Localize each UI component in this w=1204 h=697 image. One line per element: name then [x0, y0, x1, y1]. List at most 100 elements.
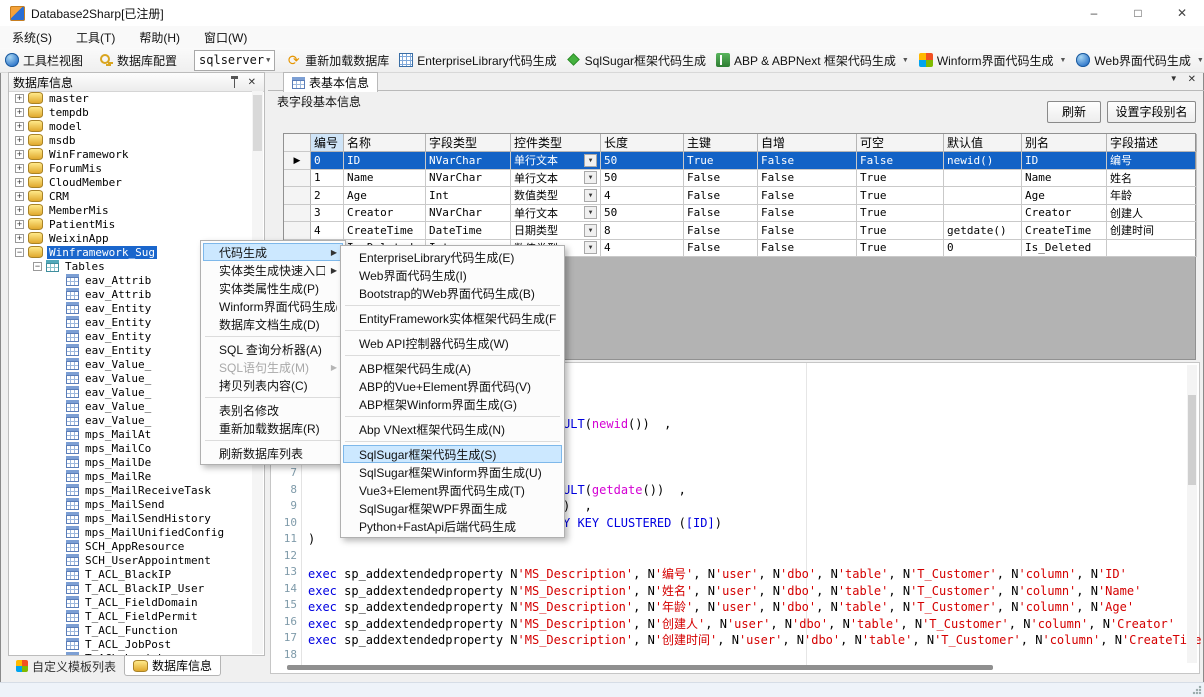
- expand-icon[interactable]: +: [15, 192, 24, 201]
- context-menu-item-数据库文档生成(D)[interactable]: 数据库文档生成(D): [203, 315, 343, 333]
- grid-cell[interactable]: 单行文本▼: [511, 205, 601, 223]
- grid-cell[interactable]: DateTime: [426, 222, 511, 240]
- grid-cell[interactable]: False: [758, 240, 857, 258]
- tree-item-MemberMis[interactable]: +MemberMis: [9, 203, 252, 217]
- expand-icon[interactable]: +: [15, 122, 24, 131]
- submenu-item-Abp VNext框架代码生成(N)[interactable]: Abp VNext框架代码生成(N): [343, 420, 562, 438]
- grid-cell[interactable]: False: [758, 222, 857, 240]
- table-row[interactable]: 4CreateTimeDateTime日期类型▼8FalseFalseTrueg…: [284, 222, 1195, 240]
- submenu-item-ABP的Vue+Element界面代码(V)[interactable]: ABP的Vue+Element界面代码(V): [343, 377, 562, 395]
- vertical-scrollbar[interactable]: [1187, 365, 1197, 663]
- column-header-字段类型[interactable]: 字段类型: [426, 134, 511, 152]
- context-menu-item-拷贝列表内容(C)[interactable]: 拷贝列表内容(C): [203, 376, 343, 394]
- grid-corner-cell[interactable]: [284, 134, 311, 152]
- expand-icon[interactable]: +: [15, 220, 24, 229]
- grid-cell[interactable]: False: [684, 240, 758, 258]
- tab-custom-template-list[interactable]: 自定义模板列表: [8, 656, 124, 676]
- abp-codegen-button[interactable]: ABP & ABPNext 框架代码生成 ▼: [711, 50, 914, 71]
- row-header-cell[interactable]: [284, 170, 311, 188]
- grid-cell[interactable]: 创建人: [1107, 205, 1197, 223]
- dropdown-button[interactable]: ▼: [584, 224, 597, 237]
- expand-icon[interactable]: +: [15, 94, 24, 103]
- column-header-名称[interactable]: 名称: [344, 134, 426, 152]
- dropdown-button[interactable]: ▼: [584, 241, 597, 254]
- column-header-别名[interactable]: 别名: [1022, 134, 1107, 152]
- tree-item-T_ACL_LoginLog[interactable]: T_ACL_LoginLog: [9, 651, 252, 655]
- grid-cell[interactable]: 4: [601, 187, 684, 205]
- column-header-默认值[interactable]: 默认值: [944, 134, 1022, 152]
- tree-item-mps_MailRe[interactable]: mps_MailRe: [9, 469, 252, 483]
- submenu-item-SqlSugar框架代码生成(S)[interactable]: SqlSugar框架代码生成(S): [343, 445, 562, 463]
- tree-item-T_ACL_FieldDomain[interactable]: T_ACL_FieldDomain: [9, 595, 252, 609]
- close-document-icon[interactable]: ✕: [1188, 74, 1196, 85]
- scrollbar-thumb[interactable]: [253, 95, 262, 151]
- grid-cell[interactable]: False: [758, 187, 857, 205]
- column-header-字段描述[interactable]: 字段描述: [1107, 134, 1197, 152]
- submenu-item-Python+FastApi后端代码生成[interactable]: Python+FastApi后端代码生成: [343, 517, 562, 535]
- resize-grip[interactable]: [1192, 685, 1202, 695]
- grid-cell[interactable]: False: [758, 170, 857, 188]
- column-header-可空[interactable]: 可空: [857, 134, 944, 152]
- close-icon[interactable]: ✕: [248, 77, 256, 88]
- column-header-主键[interactable]: 主键: [684, 134, 758, 152]
- grid-cell[interactable]: Name: [344, 170, 426, 188]
- grid-cell[interactable]: False: [684, 222, 758, 240]
- table-row[interactable]: ▶0IDNVarChar单行文本▼50TrueFalseFalsenewid()…: [284, 152, 1195, 170]
- menu-window[interactable]: 窗口(W): [192, 27, 259, 48]
- grid-cell[interactable]: 数值类型▼: [511, 187, 601, 205]
- tree-item-PatientMis[interactable]: +PatientMis: [9, 217, 252, 231]
- submenu-item-EntityFramework实体框架代码生成(F)[interactable]: EntityFramework实体框架代码生成(F): [343, 309, 562, 327]
- tab-database-info[interactable]: 数据库信息: [124, 656, 221, 676]
- grid-cell[interactable]: 50: [601, 205, 684, 223]
- grid-cell[interactable]: False: [684, 170, 758, 188]
- tree-item-master[interactable]: +master: [9, 91, 252, 105]
- database-type-combobox[interactable]: sqlserver ▼: [194, 50, 275, 71]
- context-menu-item-重新加载数据库(R)[interactable]: 重新加载数据库(R): [203, 419, 343, 437]
- tree-item-T_ACL_BlackIP_User[interactable]: T_ACL_BlackIP_User: [9, 581, 252, 595]
- expand-icon[interactable]: +: [15, 206, 24, 215]
- grid-cell[interactable]: 日期类型▼: [511, 222, 601, 240]
- collapse-icon[interactable]: −: [15, 248, 24, 257]
- row-header-cell[interactable]: [284, 187, 311, 205]
- tree-item-mps_MailSend[interactable]: mps_MailSend: [9, 497, 252, 511]
- submenu-item-Web API控制器代码生成(W)[interactable]: Web API控制器代码生成(W): [343, 334, 562, 352]
- menu-tools[interactable]: 工具(T): [64, 27, 127, 48]
- grid-cell[interactable]: newid(): [944, 152, 1022, 170]
- grid-cell[interactable]: Creator: [1022, 205, 1107, 223]
- grid-cell[interactable]: False: [857, 152, 944, 170]
- tree-item-ForumMis[interactable]: +ForumMis: [9, 161, 252, 175]
- context-menu-item-表别名修改[interactable]: 表别名修改: [203, 401, 343, 419]
- dropdown-button[interactable]: ▼: [584, 189, 597, 202]
- grid-cell[interactable]: 创建时间: [1107, 222, 1197, 240]
- submenu-item-SqlSugar框架Winform界面生成(U)[interactable]: SqlSugar框架Winform界面生成(U): [343, 463, 562, 481]
- table-row[interactable]: 3CreatorNVarChar单行文本▼50FalseFalseTrueCre…: [284, 205, 1195, 223]
- grid-cell[interactable]: 0: [944, 240, 1022, 258]
- close-button[interactable]: ✕: [1160, 0, 1204, 26]
- tree-item-T_ACL_Function[interactable]: T_ACL_Function: [9, 623, 252, 637]
- grid-cell[interactable]: 0: [311, 152, 344, 170]
- grid-cell[interactable]: 编号: [1107, 152, 1197, 170]
- pin-icon[interactable]: [231, 76, 238, 88]
- grid-cell[interactable]: 1: [311, 170, 344, 188]
- tree-item-T_ACL_FieldPermit[interactable]: T_ACL_FieldPermit: [9, 609, 252, 623]
- submenu-item-ABP框架代码生成(A)[interactable]: ABP框架代码生成(A): [343, 359, 562, 377]
- table-row[interactable]: 2AgeInt数值类型▼4FalseFalseTrueAge年龄: [284, 187, 1195, 205]
- tree-item-WinFramework[interactable]: +WinFramework: [9, 147, 252, 161]
- grid-cell[interactable]: False: [758, 152, 857, 170]
- winform-codegen-button[interactable]: Winform界面代码生成 ▼: [914, 50, 1072, 71]
- grid-cell[interactable]: 50: [601, 170, 684, 188]
- submenu-item-ABP框架Winform界面生成(G)[interactable]: ABP框架Winform界面生成(G): [343, 395, 562, 413]
- current-row-arrow-icon[interactable]: ▶: [284, 152, 311, 170]
- grid-cell[interactable]: 50: [601, 152, 684, 170]
- grid-cell[interactable]: False: [758, 205, 857, 223]
- grid-cell[interactable]: 姓名: [1107, 170, 1197, 188]
- context-menu-item-刷新数据库列表[interactable]: 刷新数据库列表: [203, 444, 343, 462]
- toolbar-view-button[interactable]: 工具栏视图: [0, 50, 88, 71]
- tree-item-CRM[interactable]: +CRM: [9, 189, 252, 203]
- tree-item-mps_MailReceiveTask[interactable]: mps_MailReceiveTask: [9, 483, 252, 497]
- grid-cell[interactable]: 3: [311, 205, 344, 223]
- grid-cell[interactable]: 单行文本▼: [511, 152, 601, 170]
- dropdown-button[interactable]: ▼: [584, 206, 597, 219]
- column-header-编号[interactable]: 编号: [311, 134, 344, 152]
- expand-icon[interactable]: +: [15, 234, 24, 243]
